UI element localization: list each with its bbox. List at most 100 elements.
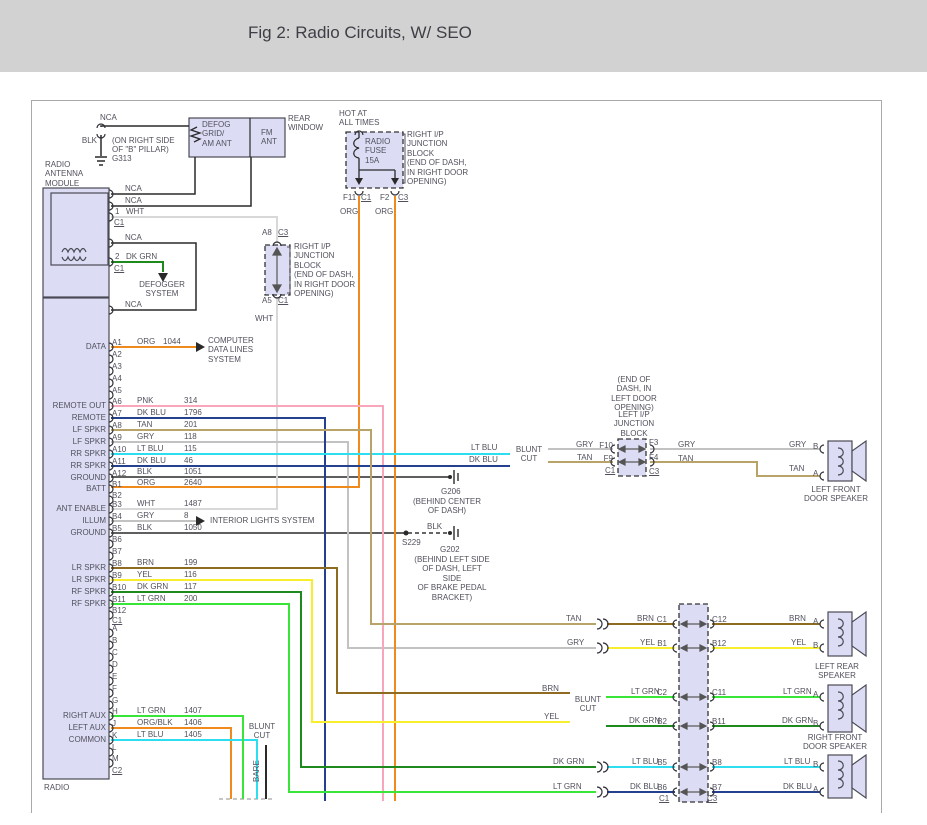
g313-ground-icon: [95, 157, 107, 165]
j-circuit: 1406: [184, 718, 202, 727]
r1-pin-l: C1: [651, 615, 667, 624]
a6-color: PNK: [137, 396, 153, 405]
lip-tan-in-label: TAN: [577, 453, 592, 462]
a8-color: TAN: [137, 420, 152, 429]
func-data: DATA: [20, 342, 106, 351]
b8-color: BRN: [137, 558, 154, 567]
speaker-coils: [62, 249, 843, 789]
rear-c1-label: C1: [659, 794, 669, 803]
g313-label: G313: [112, 154, 132, 163]
pin-e: E: [112, 672, 117, 681]
lip-junction-box: [618, 439, 646, 476]
r5-pin-l: B5: [651, 758, 667, 767]
blk-wire-label: BLK: [80, 136, 97, 145]
g202-note: (BEHIND LEFT SIDE OF DASH, LEFT SIDE OF …: [412, 555, 492, 602]
lip-gry-in-label: GRY: [576, 440, 593, 449]
rear-window-label: REAR WINDOW: [288, 114, 323, 133]
lip-f4-label: F4: [649, 453, 658, 462]
lr-speaker-title: LEFT REAR SPEAKER: [803, 662, 871, 681]
lr-speaker-pin-a: A: [813, 617, 818, 626]
r6-pin-l: B6: [651, 783, 667, 792]
lip-block-label: LEFT I/P JUNCTION BLOCK: [608, 410, 660, 438]
speaker-lf-cone: [852, 441, 866, 481]
rf-speaker-pin-a: A: [813, 690, 818, 699]
fuse-block-label: RIGHT I/P JUNCTION BLOCK (END OF DASH, I…: [407, 130, 468, 187]
rip-block-label: RIGHT I/P JUNCTION BLOCK (END OF DASH, I…: [294, 242, 355, 299]
rip-c1-label: C1: [278, 296, 288, 305]
nca-top-label: NCA: [100, 113, 117, 122]
org-left-label: ORG: [340, 207, 358, 216]
pin-b6: B6: [112, 535, 122, 544]
pin-b4: B4: [112, 512, 122, 521]
b10-color: DK GRN: [137, 582, 168, 591]
pin-m: M: [112, 754, 119, 763]
b1-circuit: 2640: [184, 478, 202, 487]
r4-out-label: DK GRN: [782, 716, 813, 725]
a10-circuit: 115: [184, 444, 197, 453]
pin1-conn: C1: [114, 218, 124, 227]
nca1-label: NCA: [125, 184, 142, 193]
blunt-yel-label: YEL: [544, 712, 559, 721]
lip-tan-out-label: TAN: [789, 464, 804, 473]
g206-ground-icon: [454, 470, 458, 484]
pin-a3: A3: [112, 362, 122, 371]
rear-junction-box: [679, 604, 708, 802]
pin-a7: A7: [112, 409, 122, 418]
computer-data-lines-label: COMPUTER DATA LINES SYSTEM: [208, 336, 254, 364]
g206-label: G206: [441, 487, 461, 496]
pin-b11: B11: [112, 595, 126, 604]
rear-c3-label: C3: [707, 794, 717, 803]
func-right-aux: RIGHT AUX: [20, 711, 106, 720]
b3-circuit: 1487: [184, 499, 202, 508]
f2-label: F2: [380, 193, 389, 202]
wire-k-ltblu: [111, 740, 257, 799]
pin1-color: WHT: [126, 207, 144, 216]
wire-b9-yel: [111, 580, 570, 722]
pin1-num: 1: [115, 207, 119, 216]
func-lr-spkr-1: LR SPKR: [20, 563, 106, 572]
nca4-label: NCA: [125, 300, 142, 309]
b10-circuit: 117: [184, 582, 197, 591]
junction-arrows: [273, 248, 706, 795]
pin-b3: B3: [112, 500, 122, 509]
rf-speaker-pin-b: B: [813, 719, 818, 728]
r4-pin-l: B2: [651, 717, 667, 726]
r6-in-label: LT GRN: [553, 782, 582, 791]
lf-speaker-pin-b: B: [813, 442, 818, 451]
pin-c: C: [112, 648, 118, 657]
b3-color: WHT: [137, 499, 155, 508]
nca2-label: NCA: [125, 196, 142, 205]
mid-dkblu-label: DK BLU: [469, 455, 498, 464]
a7-circuit: 1796: [184, 408, 202, 417]
a6-circuit: 314: [184, 396, 197, 405]
rip-a5-label: A5: [262, 296, 272, 305]
b4-circuit: 8: [184, 511, 188, 520]
speaker-rr-cone: [852, 755, 866, 798]
func-ground-1: GROUND: [20, 473, 106, 482]
pin-b9: B9: [112, 571, 122, 580]
g202-label: G202: [440, 545, 460, 554]
mid-ltblu-label: LT BLU: [471, 443, 497, 452]
func-lf-spkr-2: LF SPKR: [20, 437, 106, 446]
func-batt: BATT: [20, 484, 106, 493]
wire-b11-ltgrn: [111, 604, 596, 792]
rear-blunt-cut-label: BLUNT CUT: [571, 695, 605, 714]
rf-speaker-title: RIGHT FRONT DOOR SPEAKER: [796, 733, 874, 752]
nca3-label: NCA: [125, 233, 142, 242]
wht-drop-label: WHT: [255, 314, 273, 323]
b11-circuit: 200: [184, 594, 197, 603]
lip-tan-mid-label: TAN: [678, 454, 693, 463]
func-remote: REMOTE: [20, 413, 106, 422]
r6-pin-r: B7: [712, 783, 722, 792]
pin-a8: A8: [112, 421, 122, 430]
r1-in-label: TAN: [566, 614, 581, 623]
lf-speaker-pin-a: A: [813, 469, 818, 478]
pin-a4: A4: [112, 374, 122, 383]
radio-name-label: RADIO: [44, 783, 69, 792]
org-right-label: ORG: [375, 207, 393, 216]
lip-f10-label: F10: [595, 441, 613, 450]
k-circuit: 1405: [184, 730, 202, 739]
b5-circuit: 1050: [184, 523, 202, 532]
pin-d: D: [112, 660, 118, 669]
rr-speaker-pin-b: B: [813, 760, 818, 769]
